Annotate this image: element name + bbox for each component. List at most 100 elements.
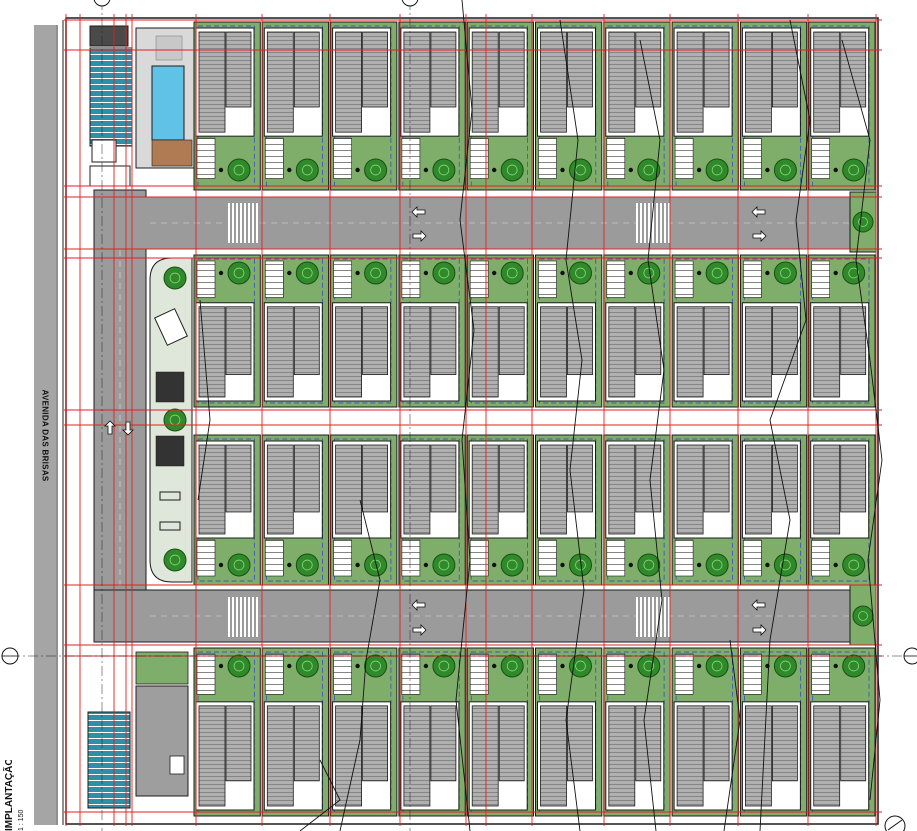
lot xyxy=(739,21,808,191)
lot xyxy=(466,647,535,817)
roof xyxy=(608,444,636,535)
roof xyxy=(335,306,363,398)
crosswalk xyxy=(226,597,260,637)
lot xyxy=(808,647,876,817)
stairs xyxy=(264,539,284,577)
tree-canopy xyxy=(432,654,456,678)
lot xyxy=(603,21,671,191)
stairs xyxy=(743,539,762,577)
tree-canopy xyxy=(432,261,456,285)
stairs xyxy=(264,137,284,179)
lamp-post xyxy=(287,167,292,173)
roof xyxy=(772,444,798,513)
roof xyxy=(362,31,389,108)
pergola xyxy=(155,435,185,467)
grid-bubble-icon xyxy=(1,647,19,665)
stairs xyxy=(811,260,831,298)
roof xyxy=(293,444,320,513)
roof xyxy=(772,306,798,376)
lamp-post xyxy=(560,663,565,669)
tree-canopy xyxy=(637,654,661,678)
roof xyxy=(608,705,636,807)
stairs xyxy=(538,137,557,179)
tree-canopy xyxy=(295,261,319,285)
roof xyxy=(703,31,730,108)
pool-pavers xyxy=(155,35,183,61)
lot xyxy=(603,254,671,408)
roof xyxy=(225,705,252,782)
stairs xyxy=(401,137,421,179)
lamp-post xyxy=(218,562,224,568)
tree-icon xyxy=(852,211,874,233)
tree-icon xyxy=(227,553,251,577)
tree-icon xyxy=(295,553,319,577)
stairs xyxy=(401,260,421,298)
roof xyxy=(266,444,294,535)
tree-icon xyxy=(569,261,592,285)
lot xyxy=(261,434,330,586)
lamp-post xyxy=(696,663,702,669)
roof xyxy=(635,306,662,376)
lamp-post xyxy=(560,562,565,568)
tree-canopy xyxy=(773,261,797,285)
roof xyxy=(266,31,294,133)
tree-icon xyxy=(637,553,661,577)
roof xyxy=(430,306,457,376)
lamp-post xyxy=(423,167,429,173)
roof xyxy=(430,444,457,513)
roof xyxy=(840,444,867,513)
pool xyxy=(151,65,185,141)
lamp-post xyxy=(765,167,770,173)
tree-canopy xyxy=(842,654,866,678)
tree-icon xyxy=(705,553,729,577)
roof xyxy=(430,31,457,108)
roof xyxy=(225,444,252,513)
tree-canopy xyxy=(705,261,729,285)
pool-deck-wood xyxy=(151,139,193,167)
tree-icon xyxy=(500,553,524,577)
lot xyxy=(398,21,466,191)
roof xyxy=(471,31,499,133)
tree-icon xyxy=(637,654,661,678)
roof xyxy=(362,444,389,513)
tree-canopy xyxy=(295,654,319,678)
lot xyxy=(808,21,876,191)
lamp-post xyxy=(423,663,429,669)
stairs xyxy=(674,260,694,298)
roof xyxy=(676,705,704,807)
tree-icon xyxy=(852,605,874,627)
lot xyxy=(398,254,466,408)
tree-canopy xyxy=(842,553,866,577)
roof xyxy=(540,306,567,398)
lamp-post xyxy=(218,270,224,276)
roof xyxy=(608,306,636,398)
tree-canopy xyxy=(842,261,866,285)
tree-canopy xyxy=(500,261,524,285)
tree-icon xyxy=(705,261,729,285)
roof xyxy=(498,31,525,108)
parking-row xyxy=(87,711,131,809)
lamp-post xyxy=(628,562,633,568)
roof xyxy=(293,31,320,108)
stairs xyxy=(196,539,216,577)
lamp-post xyxy=(355,562,360,568)
stairs xyxy=(333,260,352,298)
tree-canopy xyxy=(842,158,866,182)
tree-canopy xyxy=(163,266,187,290)
lot xyxy=(671,434,739,586)
pergola xyxy=(155,371,185,403)
roof xyxy=(745,306,772,398)
lamp-post xyxy=(492,562,497,568)
lot xyxy=(535,647,603,817)
lamp-post xyxy=(833,167,838,173)
roof xyxy=(293,306,320,376)
roof xyxy=(745,444,772,535)
lamp-post xyxy=(628,270,633,276)
stairs xyxy=(196,137,216,179)
lamp-post xyxy=(628,167,633,173)
lamp-post xyxy=(287,562,292,568)
roof xyxy=(198,306,226,398)
tree-icon xyxy=(364,553,388,577)
tree-canopy xyxy=(295,158,319,182)
stairs xyxy=(538,539,557,577)
